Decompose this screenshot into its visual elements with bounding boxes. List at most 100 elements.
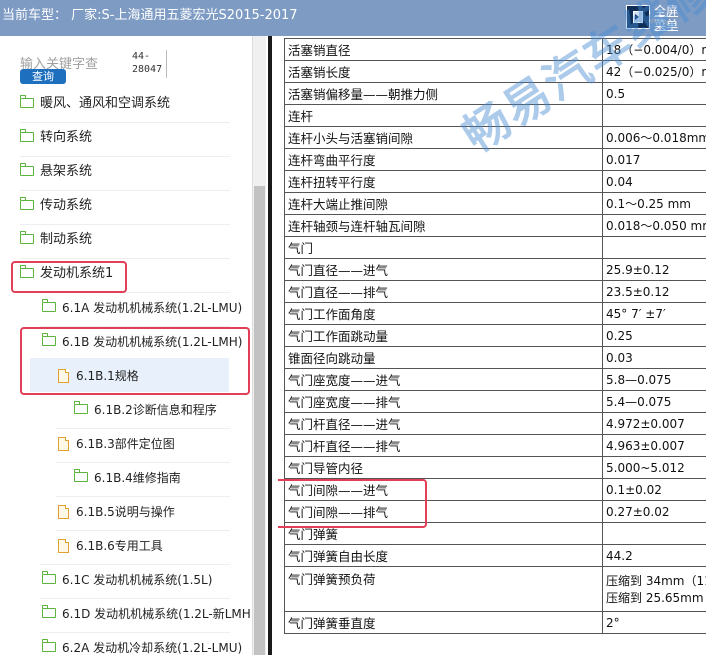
table-row: 气门弹簧垂直度 2° <box>284 611 706 634</box>
divider <box>40 564 230 565</box>
spec-content-pane: 活塞销直径18（−0.004/0）mm 活塞销长度42（−0.025/0）mm … <box>278 36 706 655</box>
table-row: 锥面径向跳动量 0.03 <box>284 346 706 369</box>
table-row: 气门杆直径——排气 4.963±0.007 <box>284 434 706 457</box>
table-row: 活塞销长度42（−0.025/0）mm <box>284 60 706 83</box>
spec-value: 18（−0.004/0）mm <box>602 38 706 61</box>
document-icon <box>58 437 69 451</box>
table-row: 气门杆直径——进气 4.972±0.007 <box>284 412 706 435</box>
spec-value-line-2: 压缩到 25.65mm <box>606 591 704 605</box>
folder-icon <box>73 469 88 482</box>
divider <box>40 598 230 599</box>
sidebar-scrollbar[interactable] <box>252 36 266 655</box>
spec-value <box>602 236 706 259</box>
arrow-shape <box>635 14 639 20</box>
spec-name: 连杆轴颈与连杆轴瓦间隙 <box>284 214 603 237</box>
spec-value: 0.27±0.02 <box>602 500 706 523</box>
table-row: 气门直径——进气 25.9±0.12 <box>284 258 706 281</box>
spec-value <box>602 522 706 545</box>
folder-open-icon <box>41 333 56 346</box>
spec-value: 42（−0.025/0）mm <box>602 60 706 83</box>
divider <box>20 292 230 293</box>
spec-name: 连杆弯曲平行度 <box>284 148 603 171</box>
folder-icon <box>19 231 34 244</box>
divider <box>56 496 230 497</box>
folder-icon <box>73 401 88 414</box>
folder-icon <box>19 129 34 142</box>
spec-value: 25.9±0.12 <box>602 258 706 281</box>
fullscreen-menu-icon[interactable] <box>626 5 650 29</box>
spec-name: 气门间隙——进气 <box>284 478 603 501</box>
table-row: 连杆扭转平行度 0.04 <box>284 170 706 193</box>
spec-name: 气门杆直径——排气 <box>284 434 603 457</box>
spec-name: 气门杆直径——进气 <box>284 412 603 435</box>
spec-name: 气门直径——排气 <box>284 280 603 303</box>
spec-value: 0.1～0.25 mm <box>602 192 706 215</box>
divider <box>56 530 230 531</box>
section-name: 气门 <box>284 236 603 259</box>
spec-name: 气门弹簧预负荷 <box>284 566 603 612</box>
spec-value: 压缩到 34mm（11 压缩到 25.65mm <box>602 566 706 612</box>
divider <box>20 224 230 225</box>
table-row: 气门导管内径 5.000~5.012 <box>284 456 706 479</box>
folder-icon <box>41 299 56 312</box>
document-icon <box>58 505 69 519</box>
spec-value: 0.04 <box>602 170 706 193</box>
table-row: 气门工作面角度 45° 7′ ±7′ <box>284 302 706 325</box>
table-row: 气门座宽度——进气 5.8—0.075 <box>284 368 706 391</box>
spec-name: 连杆大端止推间隙 <box>284 192 603 215</box>
folder-icon <box>19 197 34 210</box>
table-row: 连杆轴颈与连杆轴瓦间隙 0.018～0.050 mm <box>284 214 706 237</box>
spec-name: 活塞销偏移量——朝推力侧 <box>284 82 603 105</box>
spec-value: 23.5±0.12 <box>602 280 706 303</box>
table-row: 活塞销直径18（−0.004/0）mm <box>284 38 706 61</box>
divider <box>20 156 230 157</box>
table-row: 连杆 <box>284 104 706 127</box>
table-row: 连杆大端止推间隙 0.1～0.25 mm <box>284 192 706 215</box>
table-row: 气门间隙——进气 0.1±0.02 <box>284 478 706 501</box>
spec-name: 气门导管内径 <box>284 456 603 479</box>
fullscreen-menu-link[interactable]: 全屏 菜单 <box>654 4 678 32</box>
table-row: 气门弹簧 <box>284 522 706 545</box>
spec-value: 0.017 <box>602 148 706 171</box>
document-icon <box>58 539 69 553</box>
spec-name: 气门弹簧自由长度 <box>284 544 603 567</box>
spec-name: 气门弹簧垂直度 <box>284 611 603 634</box>
category-tree: 暖风、通风和空调系统 转向系统 悬架系统 传动系统 制动系统 发动机系统1 6.… <box>0 36 252 655</box>
navigation-sidebar: 查询 44- 28047 暖风、通风和空调系统 转向系统 悬架系统 传动系统 制… <box>0 36 268 655</box>
spec-name: 气门间隙——排气 <box>284 500 603 523</box>
section-name: 连杆 <box>284 104 603 127</box>
folder-open-icon <box>19 265 34 278</box>
section-name: 气门弹簧 <box>284 522 603 545</box>
table-row: 连杆弯曲平行度 0.017 <box>284 148 706 171</box>
current-model-title: 当前车型： 厂家:S-上海通用五菱宏光S2015-2017 <box>2 8 298 23</box>
folder-icon <box>41 639 56 652</box>
top-bar: 当前车型： 厂家:S-上海通用五菱宏光S2015-2017 全屏 菜单 <box>0 0 706 36</box>
table-row: 气门弹簧预负荷 压缩到 34mm（11 压缩到 25.65mm <box>284 566 706 612</box>
spec-value <box>602 104 706 127</box>
spec-name: 气门工作面跳动量 <box>284 324 603 347</box>
divider <box>56 428 230 429</box>
spec-name: 活塞销直径 <box>284 38 603 61</box>
folder-icon <box>41 605 56 618</box>
spec-value: 0.018～0.050 mm <box>602 214 706 237</box>
spec-name: 连杆小头与活塞销间隙 <box>284 126 603 149</box>
spec-value: 0.5 <box>602 82 706 105</box>
spec-value: 4.972±0.007 <box>602 412 706 435</box>
spec-name: 气门工作面角度 <box>284 302 603 325</box>
table-row: 气门工作面跳动量 0.25 <box>284 324 706 347</box>
divider <box>20 190 230 191</box>
table-row: 气门 <box>284 236 706 259</box>
spec-table: 活塞销直径18（−0.004/0）mm 活塞销长度42（−0.025/0）mm … <box>284 38 706 634</box>
spec-name: 气门座宽度——排气 <box>284 390 603 413</box>
spec-value: 5.4—0.075 <box>602 390 706 413</box>
table-row: 气门间隙——排气 0.27±0.02 <box>284 500 706 523</box>
divider <box>20 122 230 123</box>
spec-value: 0.25 <box>602 324 706 347</box>
spec-value: 2° <box>602 611 706 634</box>
spec-value: 0.006～0.018mm <box>602 126 706 149</box>
table-row: 气门座宽度——排气 5.4—0.075 <box>284 390 706 413</box>
spec-name: 连杆扭转平行度 <box>284 170 603 193</box>
scrollbar-thumb[interactable] <box>254 186 265 655</box>
divider <box>56 394 230 395</box>
menu-label: 菜单 <box>654 18 679 32</box>
